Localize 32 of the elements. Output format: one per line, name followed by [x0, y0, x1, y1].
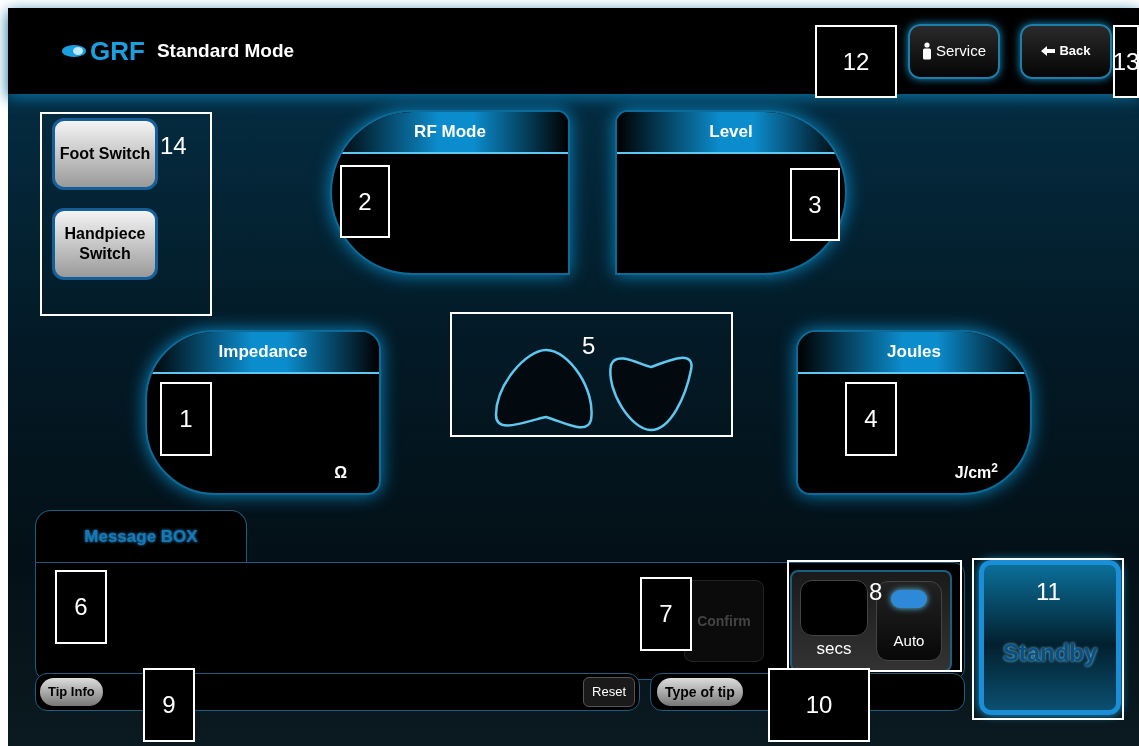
panel-title: Joules — [887, 341, 941, 364]
service-button[interactable]: Service — [908, 23, 1000, 79]
switch-button[interactable]: Foot Switch — [52, 118, 158, 190]
callout-number: 5 — [582, 334, 596, 358]
callout-number: 3 — [807, 189, 823, 220]
seconds-display — [800, 580, 868, 637]
callout-number: 6 — [73, 592, 89, 622]
seconds-unit: secs — [816, 638, 852, 661]
type-of-tip-button[interactable]: Type of tip — [657, 678, 743, 706]
person-icon — [922, 42, 932, 60]
mode-title: Standard Mode — [156, 38, 295, 63]
panel-title: Impedance — [218, 341, 308, 364]
back-button[interactable]: Back — [1020, 23, 1112, 79]
panel-title: Level — [709, 121, 753, 144]
unit-label: Ω — [334, 463, 347, 483]
callout-number: 2 — [357, 186, 373, 217]
callout-number: 4 — [863, 404, 879, 434]
switch-button[interactable]: Handpiece Switch — [52, 208, 158, 280]
callout-number: 9 — [161, 690, 177, 720]
panel-title: RF Mode — [414, 121, 486, 144]
callout-number: 12 — [841, 46, 871, 77]
callout-number: 14 — [160, 134, 187, 158]
unit-label: J/cm$^{2}$ — [954, 461, 998, 483]
callout-number: 11 — [1036, 580, 1061, 604]
left-arrow-icon — [1041, 46, 1056, 56]
tip-info-button[interactable]: Tip Info — [40, 678, 103, 706]
logo-text: GRF — [90, 34, 145, 68]
callout-number: 7 — [658, 599, 674, 629]
reset-button[interactable]: Reset — [583, 677, 635, 707]
callout-number: 10 — [804, 690, 834, 720]
message-tab-label: Message BOX — [84, 525, 198, 548]
callout-number: 1 — [178, 404, 194, 434]
